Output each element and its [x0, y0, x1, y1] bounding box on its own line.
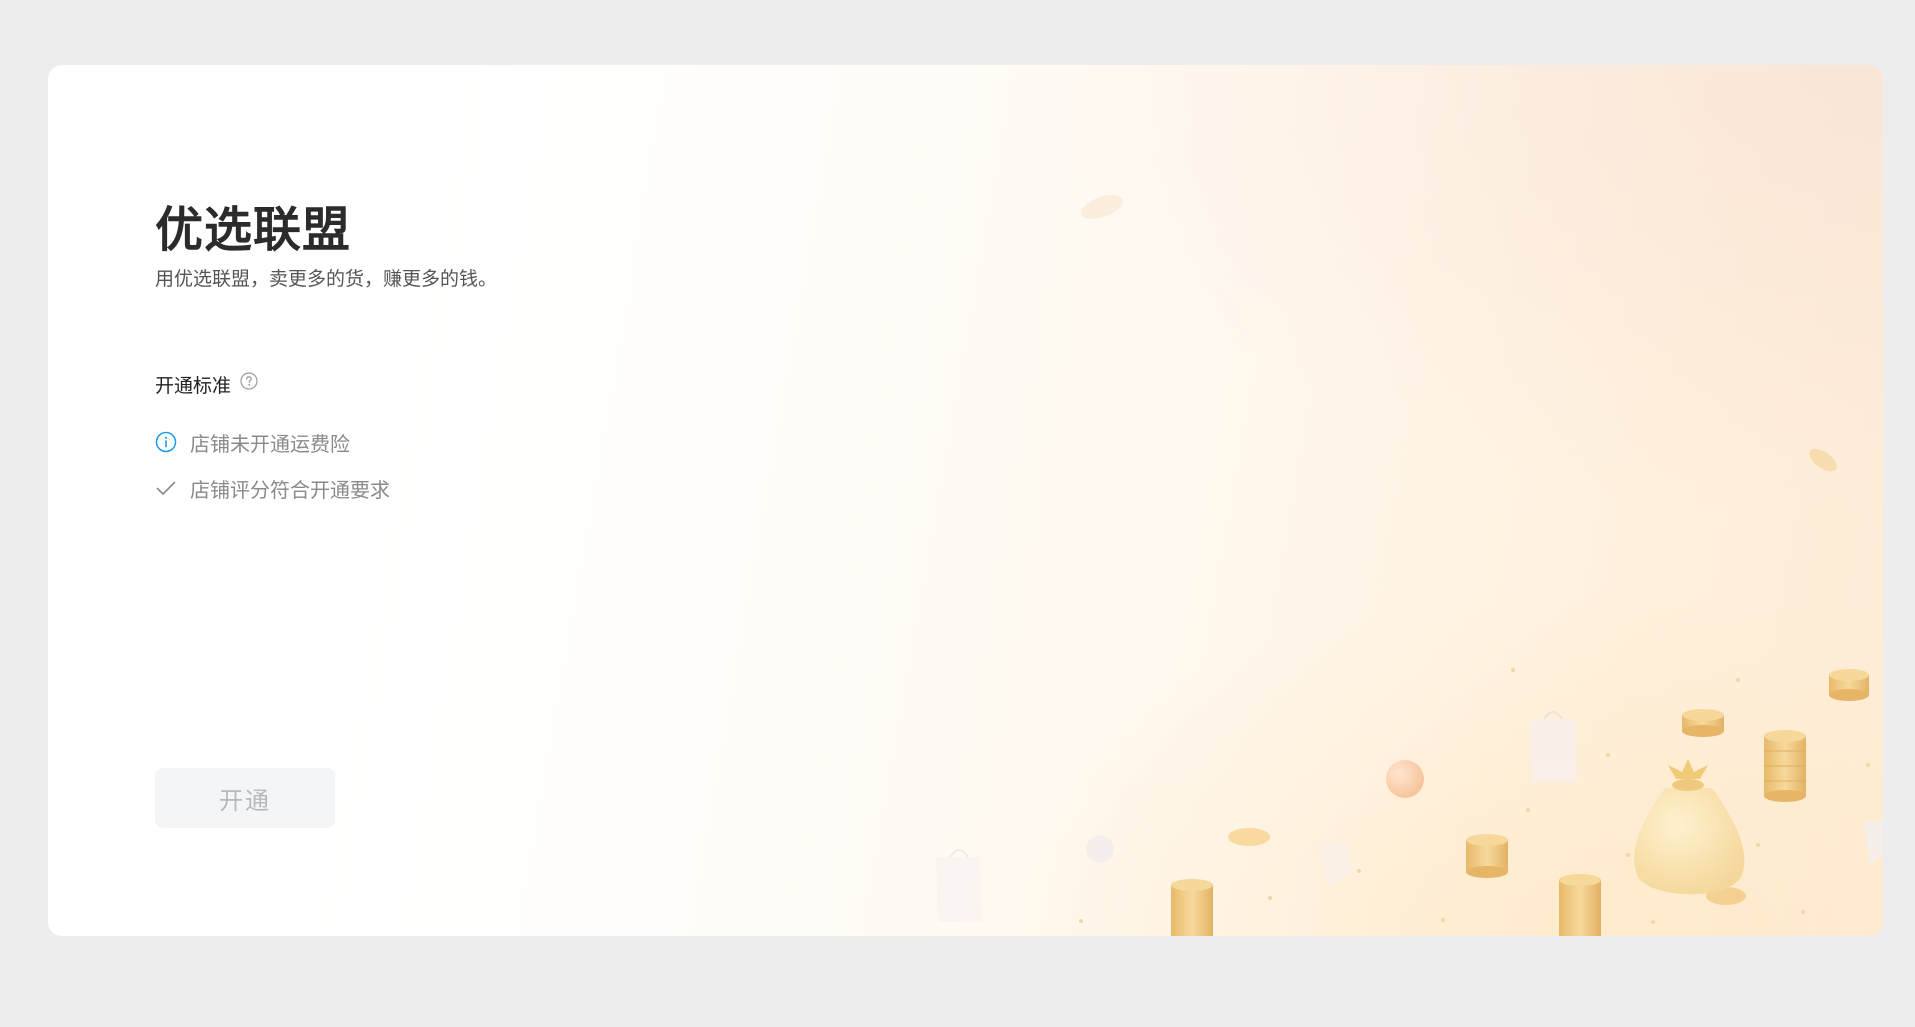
criteria-item-text: 店铺未开通运费险 — [190, 431, 350, 456]
money-bag — [1634, 759, 1745, 895]
floating-coin — [1809, 448, 1837, 472]
diamond — [1864, 821, 1883, 865]
criteria-item-store-rating: 店铺评分符合开通要求 — [155, 465, 390, 511]
criteria-heading-label: 开通标准 — [155, 375, 232, 397]
info-circle-icon — [155, 431, 177, 453]
ball — [1386, 760, 1424, 798]
coin-stack — [1764, 730, 1806, 802]
flat-coin — [1228, 828, 1270, 846]
check-icon — [155, 477, 177, 499]
open-button[interactable]: 开通 — [155, 768, 335, 828]
decor-gift — [1318, 841, 1353, 887]
question-circle-icon[interactable] — [240, 371, 258, 390]
criteria-list: 店铺未开通运费险 店铺评分符合开通要求 — [155, 419, 390, 511]
floating-coin — [1081, 194, 1123, 220]
shopping-bag — [1530, 711, 1577, 782]
page-title: 优选联盟 — [155, 202, 352, 258]
ball — [1086, 835, 1114, 863]
criteria-item-shipping-insurance: 店铺未开通运费险 — [155, 419, 390, 465]
criteria-item-text: 店铺评分符合开通要求 — [190, 477, 390, 502]
coin-stack — [1829, 669, 1869, 701]
main-card: 优选联盟 用优选联盟，卖更多的货，赚更多的钱。 开通标准 店铺未开通运费险 店铺… — [48, 65, 1883, 936]
shopping-bag — [936, 849, 982, 922]
page-subtitle: 用优选联盟，卖更多的货，赚更多的钱。 — [155, 268, 498, 290]
coin-stack — [1682, 709, 1724, 737]
criteria-heading: 开通标准 — [155, 371, 258, 398]
coin-stack — [1559, 874, 1601, 936]
coin-stack — [1171, 879, 1213, 936]
coin-stack — [1466, 834, 1508, 878]
